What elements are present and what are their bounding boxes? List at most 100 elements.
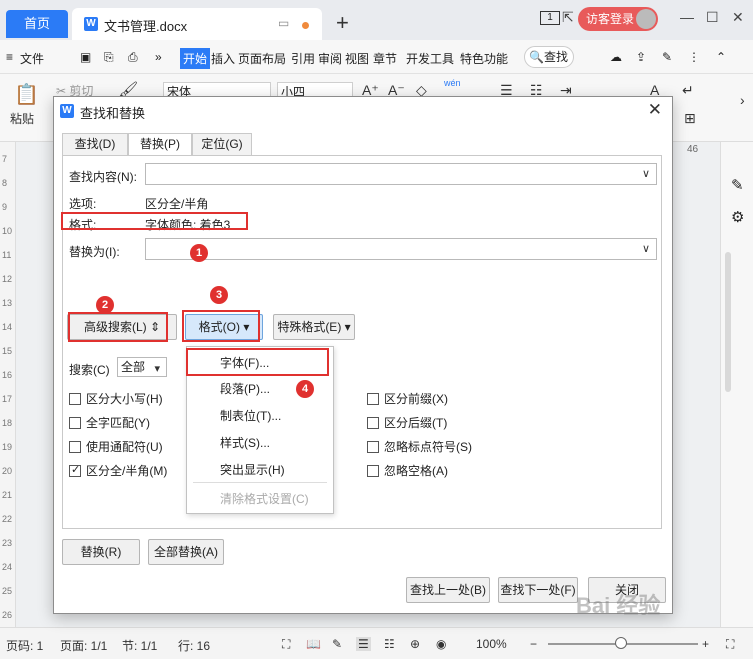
page-view-icon[interactable]: ☰ bbox=[356, 637, 371, 651]
menu-start[interactable]: 开始 bbox=[180, 48, 211, 69]
outline-icon[interactable]: ☷ bbox=[384, 637, 395, 651]
menu-search[interactable]: 🔍查找 bbox=[524, 46, 574, 68]
menu-item-paragraph[interactable]: 段落(P)... bbox=[220, 380, 270, 397]
write-mode-icon[interactable]: ✎ bbox=[332, 637, 342, 651]
format-value: 字体颜色: 着色3 bbox=[145, 218, 231, 232]
pinyin-icon[interactable]: wén bbox=[444, 78, 461, 88]
zoom-level[interactable]: 100% bbox=[476, 637, 507, 651]
menu-special[interactable]: 特色功能 bbox=[460, 50, 508, 67]
tab-home[interactable]: 首页 bbox=[6, 10, 68, 38]
dialog-close-icon[interactable]: ✕ bbox=[648, 100, 662, 120]
share-icon[interactable]: ⇪ bbox=[636, 50, 646, 64]
fullscreen-icon[interactable]: ⛶ bbox=[282, 637, 290, 652]
format-button[interactable]: 格式(O) ▾ bbox=[185, 314, 263, 340]
find-replace-dialog: W 查找和替换 ✕ 查找(D) 替换(P) 定位(G) 查找内容(N): ∨ 选… bbox=[53, 96, 673, 614]
ribbon-scroll-icon[interactable]: › bbox=[740, 92, 745, 108]
ruler-tick: 24 bbox=[2, 562, 13, 572]
checkbox-icon[interactable] bbox=[69, 441, 81, 453]
special-format-button[interactable]: 特殊格式(E) ▾ bbox=[273, 314, 355, 340]
check-case[interactable]: 区分大小写(H) bbox=[69, 390, 163, 407]
new-tab-button[interactable]: + bbox=[336, 10, 349, 36]
check-ignore-space[interactable]: 忽略空格(A) bbox=[367, 462, 448, 479]
find-input[interactable]: ∨ bbox=[145, 163, 657, 185]
step-badge-1: 1 bbox=[190, 244, 208, 262]
print-icon[interactable]: ⎙ bbox=[128, 50, 138, 65]
minimize-icon[interactable]: — bbox=[680, 9, 694, 25]
replace-button[interactable]: 替换(R) bbox=[62, 539, 140, 565]
tab-find[interactable]: 查找(D) bbox=[62, 133, 128, 155]
writer-icon: W bbox=[84, 17, 98, 31]
checkbox-icon[interactable] bbox=[367, 441, 379, 453]
find-next-button[interactable]: 查找下一处(F) bbox=[498, 577, 578, 603]
check-whole-word[interactable]: 全字匹配(Y) bbox=[69, 414, 150, 431]
checkbox-icon[interactable] bbox=[69, 417, 81, 429]
replace-all-button[interactable]: 全部替换(A) bbox=[148, 539, 224, 565]
menu-file[interactable]: 文件 bbox=[20, 50, 44, 67]
chevron-down-icon[interactable]: ∨ bbox=[642, 242, 650, 255]
menu-review[interactable]: 审阅 bbox=[318, 50, 342, 67]
login-button[interactable]: 访客登录 bbox=[578, 7, 658, 31]
monitor-icon[interactable]: ▭ bbox=[278, 16, 289, 30]
menu-chapter[interactable]: 章节 bbox=[373, 50, 397, 67]
menu-insert[interactable]: 插入 bbox=[211, 50, 235, 67]
tab-goto[interactable]: 定位(G) bbox=[192, 133, 252, 155]
vertical-scrollbar[interactable] bbox=[725, 252, 731, 392]
table-icon[interactable]: ⊞ bbox=[684, 110, 696, 127]
chevron-down-icon[interactable]: ∨ bbox=[642, 167, 650, 180]
step-badge-3: 3 bbox=[210, 286, 228, 304]
more-options-icon[interactable]: ⋮ bbox=[688, 50, 700, 64]
pointer-icon[interactable]: ⇱ bbox=[562, 9, 574, 26]
ruler-tick: 8 bbox=[2, 178, 8, 188]
export-icon[interactable]: ⎘ bbox=[104, 50, 114, 65]
web-view-icon[interactable]: ⊕ bbox=[410, 637, 420, 651]
eye-icon[interactable]: ◉ bbox=[436, 637, 446, 651]
menu-reference[interactable]: 引用 bbox=[291, 50, 315, 67]
check-width[interactable]: 区分全/半角(M) bbox=[69, 462, 167, 479]
check-prefix[interactable]: 区分前缀(X) bbox=[367, 390, 448, 407]
chevron-down-icon[interactable]: ▾ bbox=[154, 360, 160, 378]
checkbox-icon[interactable] bbox=[367, 465, 379, 477]
menu-item-clear-format[interactable]: 清除格式设置(C) bbox=[220, 490, 309, 507]
menu-item-style[interactable]: 样式(S)... bbox=[220, 434, 270, 451]
read-mode-icon[interactable]: 📖 bbox=[306, 637, 321, 651]
checkbox-checked-icon[interactable] bbox=[69, 463, 81, 477]
pen-icon[interactable]: ✎ bbox=[731, 176, 744, 194]
cloud-icon[interactable]: ☁ bbox=[610, 50, 622, 64]
search-scope-select[interactable]: 全部 ▾ bbox=[117, 357, 167, 377]
paste-icon[interactable]: 📋 bbox=[14, 82, 39, 107]
hamburger-icon[interactable]: ≡ bbox=[6, 50, 13, 64]
menu-item-tabs[interactable]: 制表位(T)... bbox=[220, 407, 281, 424]
adjust-icon[interactable]: ⚙ bbox=[731, 208, 744, 226]
collapse-icon[interactable]: ⌃ bbox=[716, 50, 726, 64]
close-icon[interactable]: ✕ bbox=[732, 9, 744, 26]
menu-item-highlight[interactable]: 突出显示(H) bbox=[220, 461, 285, 478]
more-icon[interactable]: » bbox=[155, 50, 162, 64]
text-direction-icon[interactable]: ↵ bbox=[682, 82, 694, 99]
page-count-badge[interactable]: 1 bbox=[540, 11, 560, 25]
checkbox-icon[interactable] bbox=[69, 393, 81, 405]
advanced-search-button[interactable]: 高级搜索(L) ⇕ bbox=[67, 314, 177, 340]
check-suffix[interactable]: 区分后缀(T) bbox=[367, 414, 447, 431]
save-icon[interactable]: ▣ bbox=[80, 50, 91, 64]
paste-label[interactable]: 粘贴 bbox=[10, 110, 34, 127]
edit-icon[interactable]: ✎ bbox=[662, 50, 672, 64]
dialog-title: 查找和替换 bbox=[80, 106, 146, 121]
menu-devtools[interactable]: 开发工具 bbox=[406, 50, 454, 67]
find-previous-button[interactable]: 查找上一处(B) bbox=[406, 577, 490, 603]
checkbox-icon[interactable] bbox=[367, 393, 379, 405]
zoom-slider-handle[interactable] bbox=[615, 637, 627, 649]
checkbox-icon[interactable] bbox=[367, 417, 379, 429]
menu-item-font[interactable]: 字体(F)... bbox=[220, 354, 269, 371]
replace-input[interactable]: ∨ bbox=[145, 238, 657, 260]
tab-document[interactable]: W 文书管理.docx ▭ bbox=[72, 8, 322, 40]
check-wildcards[interactable]: 使用通配符(U) bbox=[69, 438, 163, 455]
fit-window-icon[interactable]: ⛶ bbox=[726, 637, 734, 652]
check-ignore-punct[interactable]: 忽略标点符号(S) bbox=[367, 438, 472, 455]
menu-layout[interactable]: 页面布局 bbox=[238, 50, 286, 67]
zoom-out-icon[interactable]: − bbox=[530, 637, 537, 651]
tab-replace[interactable]: 替换(P) bbox=[128, 133, 192, 156]
menu-view[interactable]: 视图 bbox=[345, 50, 369, 67]
zoom-in-icon[interactable]: + bbox=[702, 637, 709, 651]
maximize-icon[interactable]: ☐ bbox=[706, 9, 719, 26]
options-label: 选项: bbox=[69, 197, 97, 211]
